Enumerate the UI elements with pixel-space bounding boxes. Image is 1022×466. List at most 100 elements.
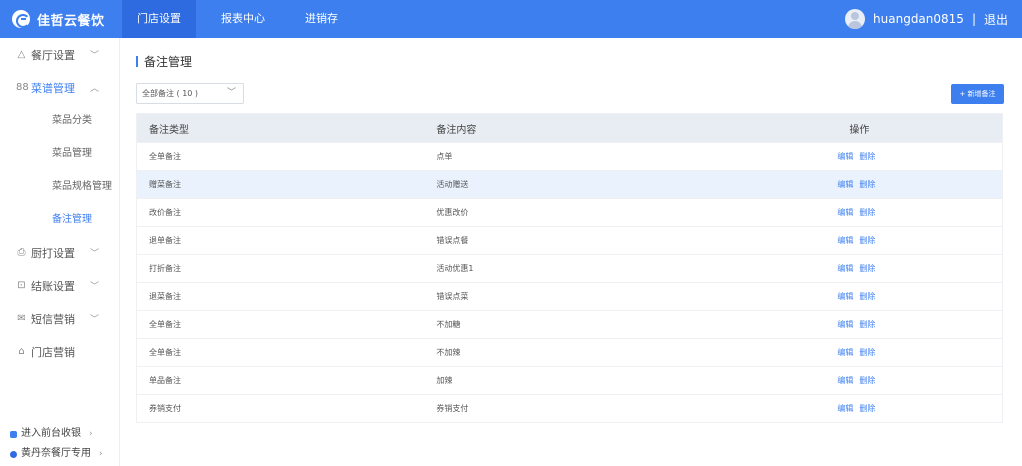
cell-note-content: 点单 <box>436 152 453 161</box>
sidebar-item-label: 短信营销 <box>31 312 75 326</box>
delete-link[interactable]: 删除 <box>859 347 875 358</box>
logout-link[interactable]: 退出 <box>984 11 1008 28</box>
cell-note-type: 全单备注 <box>149 152 181 161</box>
cell-note-content: 券销支付 <box>436 404 469 413</box>
cell-note-type: 打折备注 <box>149 264 181 273</box>
note-filter-select[interactable]: 全部备注 ( 10 ) ﹀ <box>136 83 244 104</box>
sidebar-item-store-marketing[interactable]: ⌂ 门店营销 <box>0 335 119 368</box>
grid-icon: 88 <box>16 82 29 93</box>
edit-link[interactable]: 编辑 <box>837 403 853 414</box>
cell-actions: 编辑 删除 <box>837 227 1002 254</box>
sidebar-item-label: 结账设置 <box>31 279 75 293</box>
table-row: 退单备注 错误点餐 编辑 删除 <box>137 226 1002 254</box>
cell-note-type: 改价备注 <box>149 208 181 217</box>
store-icon: ⌂ <box>18 346 25 357</box>
table-row: 全单备注 不加糖 编辑 删除 <box>137 310 1002 338</box>
delete-link[interactable]: 删除 <box>859 403 875 414</box>
column-header-content: 备注内容 <box>436 124 477 136</box>
table-body: 全单备注 点单 编辑 删除 赠菜备注 活动赠送 编辑 删除 改价备注 优惠改价 编辑 删除 退单备注 错误… <box>137 142 1002 422</box>
delete-link[interactable]: 删除 <box>859 291 875 302</box>
edit-link[interactable]: 编辑 <box>837 235 853 246</box>
sidebar-item-restaurant-settings[interactable]: △ 餐厅设置 ﹀ <box>0 38 119 71</box>
cell-note-content: 不加糖 <box>436 320 461 329</box>
table-row: 赠菜备注 活动赠送 编辑 删除 <box>137 170 1002 198</box>
edit-link[interactable]: 编辑 <box>837 347 853 358</box>
cell-note-type: 全单备注 <box>149 320 181 329</box>
brand-title: 佳哲云餐饮 <box>37 13 105 29</box>
cell-actions: 编辑 删除 <box>837 367 1002 394</box>
edit-link[interactable]: 编辑 <box>837 375 853 386</box>
enter-cashier-link[interactable]: 进入前台收银 › <box>0 424 120 444</box>
sidebar-subitem-dish-category[interactable]: 菜品分类 <box>0 104 119 137</box>
triangle-icon: △ <box>17 49 26 60</box>
brand-logo-icon <box>12 10 30 28</box>
cell-note-type: 单品备注 <box>149 376 181 385</box>
table-row: 全单备注 不加辣 编辑 删除 <box>137 338 1002 366</box>
sidebar-bottom-links: 进入前台收银 › 黄丹奈餐厅专用 › <box>0 424 120 464</box>
brand[interactable]: 佳哲云餐饮 <box>12 0 105 38</box>
delete-link[interactable]: 删除 <box>859 151 875 162</box>
cell-actions: 编辑 删除 <box>837 395 1002 422</box>
column-header-actions: 操作 <box>849 124 870 136</box>
avatar-icon[interactable] <box>845 9 866 29</box>
bottom-link-label: 黄丹奈餐厅专用 <box>21 448 91 459</box>
delete-link[interactable]: 删除 <box>859 207 875 218</box>
filter-value: 全部备注 ( 10 ) <box>142 89 199 98</box>
restaurant-special-link[interactable]: 黄丹奈餐厅专用 › <box>0 444 120 464</box>
add-note-button[interactable]: + 新增备注 <box>951 84 1004 104</box>
sidebar-item-checkout-settings[interactable]: ⊡ 结账设置 ﹀ <box>0 269 119 302</box>
delete-link[interactable]: 删除 <box>859 179 875 190</box>
sidebar-item-sms-marketing[interactable]: ✉ 短信营销 ﹀ <box>0 302 119 335</box>
sidebar-subitem-dish-management[interactable]: 菜品管理 <box>0 137 119 170</box>
sidebar-item-menu-management[interactable]: 88 菜谱管理 ︿ <box>0 71 119 104</box>
bottom-link-label: 进入前台收银 <box>21 428 81 439</box>
chevron-right-icon: › <box>89 429 93 439</box>
cell-note-content: 不加辣 <box>436 348 461 357</box>
top-bar: 佳哲云餐饮 门店设置 报表中心 进销存 huangdan0815 | 退出 <box>0 0 1022 38</box>
chevron-up-icon: ︿ <box>90 84 100 94</box>
cell-note-content: 优惠改价 <box>436 208 469 217</box>
sidebar-subitem-note-management[interactable]: 备注管理 <box>0 203 119 236</box>
edit-link[interactable]: 编辑 <box>837 291 853 302</box>
sidebar-item-label: 厨打设置 <box>31 246 75 260</box>
cashier-icon <box>10 430 17 438</box>
cell-note-content: 加辣 <box>436 376 453 385</box>
table-row: 券销支付 券销支付 编辑 删除 <box>137 394 1002 422</box>
table-row: 全单备注 点单 编辑 删除 <box>137 142 1002 170</box>
cell-note-type: 退菜备注 <box>149 292 181 301</box>
delete-link[interactable]: 删除 <box>859 263 875 274</box>
nav-inventory[interactable]: 进销存 <box>290 0 353 38</box>
nav-report-center[interactable]: 报表中心 <box>206 0 280 38</box>
edit-link[interactable]: 编辑 <box>837 319 853 330</box>
chevron-down-icon: ﹀ <box>90 51 100 61</box>
table-row: 改价备注 优惠改价 编辑 删除 <box>137 198 1002 226</box>
cell-note-content: 活动优惠1 <box>436 264 474 273</box>
delete-link[interactable]: 删除 <box>859 319 875 330</box>
cell-note-content: 错误点餐 <box>436 236 469 245</box>
chevron-down-icon: ﹀ <box>90 249 100 259</box>
nav-store-settings[interactable]: 门店设置 <box>122 0 196 38</box>
edit-link[interactable]: 编辑 <box>837 207 853 218</box>
title-accent-bar <box>136 55 138 67</box>
cell-note-type: 券销支付 <box>149 404 181 413</box>
cell-actions: 编辑 删除 <box>837 143 1002 170</box>
delete-link[interactable]: 删除 <box>859 235 875 246</box>
edit-link[interactable]: 编辑 <box>837 151 853 162</box>
cell-note-type: 赠菜备注 <box>149 180 181 189</box>
edit-link[interactable]: 编辑 <box>837 179 853 190</box>
sidebar-item-label: 餐厅设置 <box>31 48 75 62</box>
chevron-down-icon: ﹀ <box>90 315 100 325</box>
checkout-icon: ⊡ <box>17 280 26 291</box>
edit-link[interactable]: 编辑 <box>837 263 853 274</box>
sidebar-subitem-dish-spec-management[interactable]: 菜品规格管理 <box>0 170 119 203</box>
column-header-type: 备注类型 <box>149 124 189 136</box>
sidebar-item-kitchen-print[interactable]: ⎙ 厨打设置 ﹀ <box>0 236 119 269</box>
cell-actions: 编辑 删除 <box>837 283 1002 310</box>
notes-table: 备注类型 备注内容 操作 全单备注 点单 编辑 删除 赠菜备注 活动赠送 编辑 删除 改价备注优… <box>136 113 1003 423</box>
delete-link[interactable]: 删除 <box>859 375 875 386</box>
cell-actions: 编辑 删除 <box>837 199 1002 226</box>
chevron-down-icon: ﹀ <box>226 88 236 98</box>
cell-actions: 编辑 删除 <box>837 171 1002 198</box>
cell-note-content: 错误点菜 <box>436 292 469 301</box>
username[interactable]: huangdan0815 <box>873 12 964 26</box>
